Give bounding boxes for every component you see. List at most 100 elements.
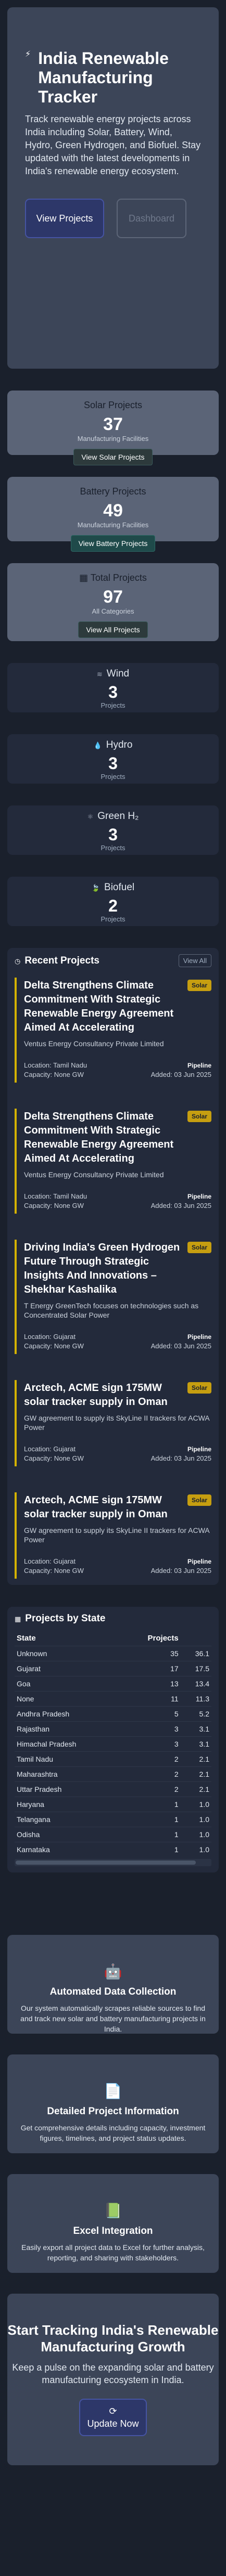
- project-description: GW agreement to supply its SkyLine II tr…: [24, 1526, 209, 1544]
- feature-card: 📄 Detailed Project Information Get compr…: [7, 2054, 219, 2153]
- mini-title: Biofuel: [104, 882, 135, 893]
- scrollbar-thumb[interactable]: [16, 1861, 196, 1865]
- table-row: Himachal Pradesh 3 3.1: [15, 1736, 211, 1752]
- table-row: Karnataka 1 1.0: [15, 1842, 211, 1857]
- state-percent: 1.0: [180, 1797, 211, 1812]
- table-row: Maharashtra 2 2.1: [15, 1766, 211, 1782]
- stat-value: 37: [103, 414, 123, 434]
- state-name: Haryana: [15, 1797, 122, 1812]
- view-battery-projects-button[interactable]: View Battery Projects: [70, 535, 156, 552]
- battery-stat-card: Battery Projects 49 Manufacturing Facili…: [7, 477, 219, 552]
- project-title: Delta Strengthens Climate Commitment Wit…: [24, 1111, 174, 1164]
- bolt-icon: ⚡: [25, 50, 31, 59]
- column-header: [181, 1631, 211, 1646]
- state-percent: 2.1: [180, 1766, 211, 1782]
- feature-text: Our system automatically scrapes reliabl…: [20, 2004, 206, 2033]
- mini-sub: Projects: [101, 773, 125, 780]
- state-percent: 2.1: [180, 1751, 211, 1767]
- green-hydrogen-card: ⚛ Green H₂ 3 Projects: [7, 805, 219, 855]
- project-capacity: Capacity: None GW: [24, 1342, 84, 1350]
- mini-sub: Projects: [101, 915, 125, 923]
- biofuel-card: 🍃 Biofuel 2 Projects: [7, 877, 219, 926]
- state-name: Andhra Pradesh: [15, 1706, 122, 1722]
- state-project-count: 2: [121, 1766, 181, 1782]
- state-name: Uttar Pradesh: [15, 1781, 122, 1797]
- mini-value: 3: [108, 754, 118, 773]
- table-header-row: State Projects: [15, 1631, 211, 1646]
- view-projects-label: View Projects: [36, 213, 93, 224]
- mini-value: 3: [108, 825, 118, 844]
- project-location: Location: Gujarat: [24, 1333, 76, 1341]
- clock-icon: ◷: [15, 957, 21, 965]
- state-name: Tamil Nadu: [15, 1751, 122, 1767]
- project-description: GW agreement to supply its SkyLine II tr…: [24, 1414, 209, 1432]
- state-percent: 17.5: [180, 1661, 211, 1676]
- project-location: Location: Gujarat: [24, 1445, 76, 1453]
- project-tag: Solar: [187, 980, 211, 991]
- project-capacity: Capacity: None GW: [24, 1567, 84, 1575]
- project-tag: Solar: [187, 1382, 211, 1394]
- project-card[interactable]: Driving India's Green Hydrogen Future Th…: [15, 1240, 211, 1354]
- feature-card: 📗 Excel Integration Easily export all pr…: [7, 2174, 219, 2273]
- state-percent: 1.0: [180, 1827, 211, 1842]
- project-added: Added: 03 Jun 2025: [150, 1454, 211, 1462]
- table-row: Goa 13 13.4: [15, 1676, 211, 1692]
- update-now-label: Update Now: [87, 2418, 139, 2429]
- state-percent: 3.1: [180, 1721, 211, 1737]
- refresh-icon: ⟳: [109, 2406, 117, 2416]
- project-stage: Pipeline: [187, 1062, 211, 1069]
- feature-text: Easily export all project data to Excel …: [21, 2243, 205, 2262]
- project-description: Ventus Energy Consultancy Private Limite…: [24, 1170, 164, 1179]
- stat-title-text: Total Projects: [90, 573, 147, 583]
- state-percent: 11.3: [180, 1691, 211, 1707]
- project-card[interactable]: Delta Strengthens Climate Commitment Wit…: [15, 1109, 211, 1214]
- mini-title: Green H₂: [97, 811, 139, 822]
- cta-text: Keep a pulse on the expanding solar and …: [12, 2362, 214, 2385]
- view-all-projects-button[interactable]: View All Projects: [78, 621, 148, 638]
- state-project-count: 1: [121, 1842, 181, 1857]
- project-title: Arctech, ACME sign 175MW solar tracker s…: [24, 1494, 168, 1520]
- mini-sub: Projects: [101, 701, 125, 709]
- cta-section: Start Tracking India's Renewable Manufac…: [7, 2294, 219, 2465]
- project-card[interactable]: Arctech, ACME sign 175MW solar tracker s…: [15, 1492, 211, 1579]
- project-stage: Pipeline: [187, 1193, 211, 1200]
- cta-title: Start Tracking India's Renewable Manufac…: [7, 2322, 219, 2354]
- state-percent: 13.4: [180, 1676, 211, 1692]
- project-stage: Pipeline: [187, 1446, 211, 1453]
- project-card[interactable]: Delta Strengthens Climate Commitment Wit…: [15, 978, 211, 1083]
- table-row: Unknown 35 36.1: [15, 1646, 211, 1661]
- project-location: Location: Tamil Nadu: [24, 1061, 87, 1069]
- state-name: Telangana: [15, 1812, 122, 1827]
- stat-subtitle: All Categories: [92, 607, 134, 615]
- dashboard-button[interactable]: Dashboard: [117, 199, 186, 238]
- state-project-count: 1: [121, 1797, 181, 1812]
- view-all-button[interactable]: View All: [178, 954, 211, 967]
- state-project-count: 3: [121, 1736, 181, 1752]
- projects-by-state-panel: ▦ Projects by State State Projects Unknow…: [7, 1607, 219, 1872]
- project-description: Ventus Energy Consultancy Private Limite…: [24, 1039, 164, 1048]
- atom-icon: ⚛: [87, 813, 94, 821]
- state-name: Karnataka: [15, 1842, 122, 1857]
- table-row: None 11 11.3: [15, 1691, 211, 1707]
- state-table: State Projects Unknown 35 36.1 Gujarat 17 17.…: [15, 1631, 211, 1857]
- update-now-button[interactable]: ⟳ Update Now: [79, 2399, 147, 2436]
- solar-stat-card: Solar Projects 37 Manufacturing Faciliti…: [7, 391, 219, 465]
- excel-icon: 📗: [104, 2203, 122, 2219]
- grid-icon: ▦: [79, 573, 91, 583]
- table-row: Rajasthan 3 3.1: [15, 1721, 211, 1737]
- view-solar-projects-button[interactable]: View Solar Projects: [73, 449, 153, 465]
- state-name: Gujarat: [15, 1661, 122, 1676]
- stat-value: 97: [103, 587, 123, 607]
- project-card[interactable]: Arctech, ACME sign 175MW solar tracker s…: [15, 1380, 211, 1466]
- feature-text: Get comprehensive details including capa…: [20, 2124, 206, 2142]
- state-name: Maharashtra: [15, 1766, 122, 1782]
- project-description: T Energy GreenTech focuses on technologi…: [24, 1302, 199, 1319]
- recent-projects-title: Recent Projects: [24, 955, 99, 966]
- state-name: None: [15, 1691, 122, 1707]
- state-percent: 1.0: [180, 1812, 211, 1827]
- horizontal-scrollbar[interactable]: [15, 1859, 211, 1866]
- projects-by-state-title: Projects by State: [25, 1613, 106, 1624]
- project-tag: Solar: [187, 1494, 211, 1506]
- view-projects-button[interactable]: View Projects: [25, 199, 104, 238]
- stat-subtitle: Manufacturing Facilities: [77, 521, 149, 529]
